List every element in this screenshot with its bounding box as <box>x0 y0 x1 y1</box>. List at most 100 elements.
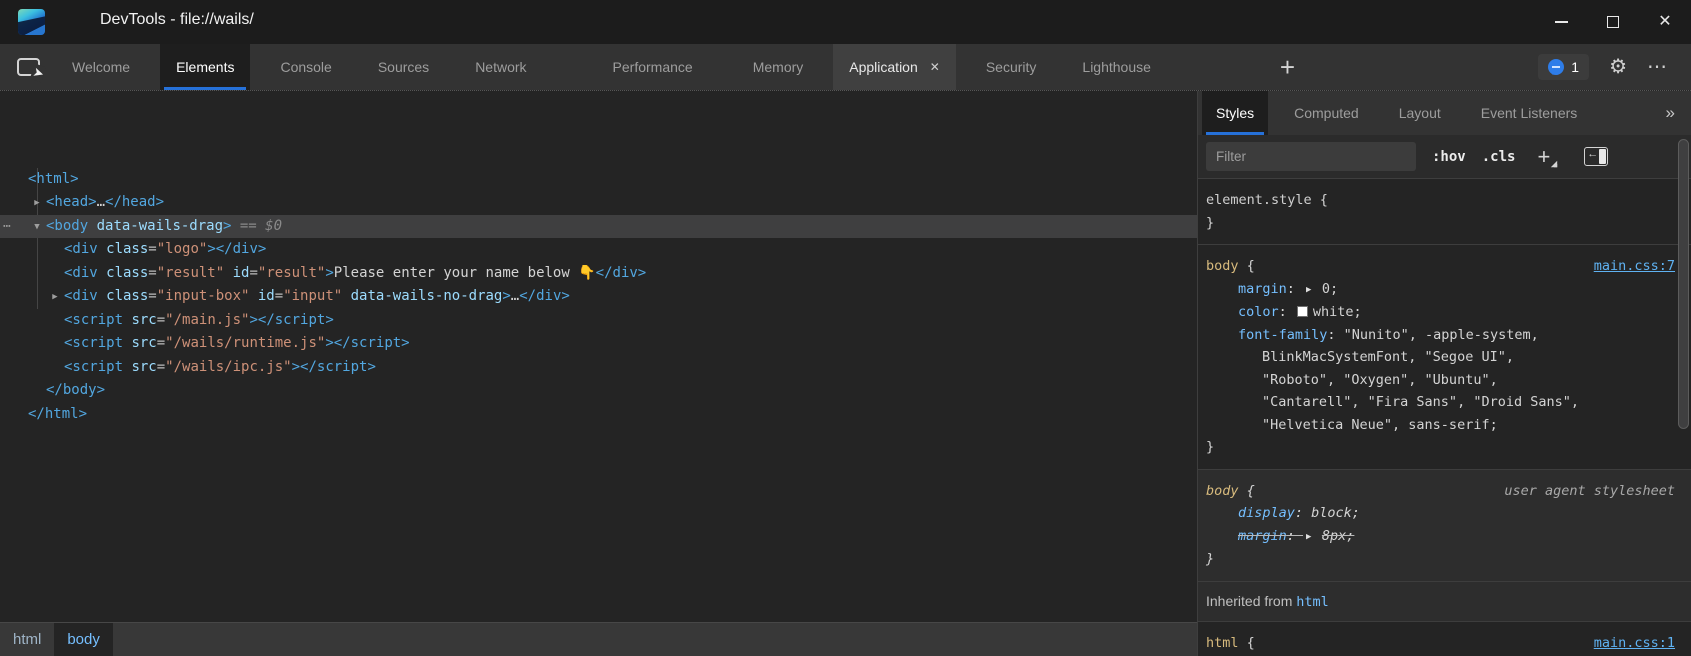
code-token-punct: = <box>148 265 156 281</box>
css-property-value[interactable]: block; <box>1311 505 1360 521</box>
maximize-button[interactable] <box>1587 0 1639 44</box>
code-token-emoji: 👇 <box>578 265 595 281</box>
tab-label: Network <box>475 59 526 75</box>
code-token-value: "logo" <box>157 241 208 257</box>
styles-scrollbar-thumb[interactable] <box>1678 139 1689 429</box>
code-token-tag: ></script> <box>325 335 409 351</box>
code-token-tag: <script <box>64 335 123 351</box>
tab-security[interactable]: Security <box>970 44 1053 90</box>
code-token-attr: data-wails-no-drag <box>342 288 502 304</box>
expand-arrow-icon[interactable]: ▶ <box>28 192 46 216</box>
css-property-value[interactable]: 0; <box>1322 281 1338 297</box>
inspect-element-button[interactable]: ➤ <box>0 44 56 90</box>
tab-network[interactable]: Network <box>459 44 542 90</box>
styles-filter-input[interactable] <box>1206 142 1416 171</box>
tab-label: Styles <box>1216 105 1254 121</box>
rule-selector[interactable]: body <box>1206 483 1239 499</box>
collapse-arrow-icon[interactable]: ▼ <box>28 216 46 240</box>
css-property-row[interactable]: font-family: "Nunito", -apple-system, <box>1206 324 1677 347</box>
rule-selector[interactable]: element.style <box>1206 192 1312 208</box>
tab-label: Elements <box>176 59 234 75</box>
css-property-value[interactable]: white; <box>1313 304 1362 320</box>
tab-styles[interactable]: Styles <box>1202 91 1268 135</box>
tab-event-listeners[interactable]: Event Listeners <box>1467 91 1592 135</box>
tree-row[interactable]: <div class="result" id="result">Please e… <box>0 262 1197 286</box>
css-property-row[interactable]: margin: ▶ 8px; <box>1206 525 1677 549</box>
breadcrumb-item-html[interactable]: html <box>0 623 54 656</box>
expand-shorthand-icon[interactable]: ▶ <box>1306 279 1317 302</box>
panel-tabs: Welcome Elements Console Sources Network Perf… <box>56 44 1167 90</box>
row-actions-icon[interactable]: ⋯ <box>3 215 12 239</box>
css-property-value[interactable]: "Nunito", -apple-system, <box>1344 327 1539 343</box>
tab-computed[interactable]: Computed <box>1280 91 1373 135</box>
tab-console[interactable]: Console <box>264 44 347 90</box>
tab-layout[interactable]: Layout <box>1385 91 1455 135</box>
tab-welcome[interactable]: Welcome <box>56 44 146 90</box>
code-token-meta: == <box>231 218 265 234</box>
rule-selector[interactable]: html <box>1206 635 1239 651</box>
tree-row[interactable]: </html> <box>0 403 1197 427</box>
stylesheet-link[interactable]: main.css:1 <box>1594 632 1675 655</box>
tab-performance[interactable]: Performance <box>597 44 709 90</box>
css-property-name[interactable]: color <box>1238 304 1279 320</box>
close-tab-icon[interactable]: ✕ <box>930 60 940 74</box>
tree-row[interactable]: <script src="/wails/ipc.js"></script> <box>0 356 1197 380</box>
code-token-punct: = <box>148 288 156 304</box>
tree-row[interactable]: </body> <box>0 379 1197 403</box>
expand-shorthand-icon[interactable]: ▶ <box>1306 526 1317 549</box>
tab-label: Console <box>280 59 331 75</box>
code-token-attr: class <box>98 265 149 281</box>
code-token-attr: src <box>123 359 157 375</box>
tree-row[interactable]: ▶<head>…</head> <box>0 191 1197 215</box>
tab-elements[interactable]: Elements <box>160 44 250 90</box>
css-property-row[interactable]: display: block; <box>1206 502 1677 525</box>
more-menu-icon[interactable]: ⋯ <box>1647 57 1669 77</box>
tree-row[interactable]: <script src="/main.js"></script> <box>0 309 1197 333</box>
new-style-rule-button[interactable]: + <box>1537 144 1558 170</box>
toggle-pseudo-state-button[interactable]: :hov <box>1432 149 1466 165</box>
active-tab-underline <box>164 87 246 90</box>
style-origin-label: user agent stylesheet <box>1504 480 1675 503</box>
breadcrumb-item-body[interactable]: body <box>54 623 113 656</box>
code-token-attr: id <box>224 265 249 281</box>
more-tools-button[interactable]: + <box>1272 52 1303 83</box>
inherited-target-link[interactable]: html <box>1296 594 1329 610</box>
toggle-sidebar-icon[interactable] <box>1584 147 1608 166</box>
css-property-name[interactable]: margin <box>1238 281 1287 297</box>
expand-arrow-icon[interactable]: ▶ <box>46 286 64 310</box>
code-token-tag: </html> <box>28 406 87 422</box>
styles-rules-list: element.style {}body {main.css:7margin: … <box>1198 179 1691 656</box>
issues-counter-button[interactable]: 1 <box>1538 54 1589 80</box>
css-value-wrap-line: "Roboto", "Oxygen", "Ubuntu", <box>1206 369 1677 392</box>
css-property-name[interactable]: display <box>1238 505 1295 521</box>
css-property-name[interactable]: font-family <box>1238 327 1327 343</box>
stylesheet-link[interactable]: main.css:7 <box>1594 255 1675 278</box>
tab-application[interactable]: Application ✕ <box>833 44 956 90</box>
css-property-row[interactable]: margin: ▶ 0; <box>1206 278 1677 302</box>
tree-row[interactable]: ⋯▼<body data-wails-drag> == $0 <box>0 215 1197 239</box>
overflow-chevron-icon[interactable]: » <box>1666 103 1691 123</box>
color-swatch[interactable] <box>1297 306 1308 317</box>
code-token-attr: class <box>98 288 149 304</box>
code-token-tag: <div <box>64 265 98 281</box>
minimize-button[interactable] <box>1535 0 1587 44</box>
tab-label: Application <box>849 59 918 75</box>
tree-row[interactable]: <html> <box>0 168 1197 192</box>
code-token-tag: ></div> <box>207 241 266 257</box>
css-property-row[interactable]: color: white; <box>1206 301 1677 324</box>
settings-gear-icon[interactable]: ⚙ <box>1609 57 1627 77</box>
inherited-from-label: Inherited from html <box>1198 582 1691 623</box>
tree-row[interactable]: <div class="logo"></div> <box>0 238 1197 262</box>
close-button[interactable]: ✕ <box>1639 0 1691 44</box>
css-property-name[interactable]: margin <box>1238 528 1287 544</box>
css-property-value[interactable]: 8px; <box>1322 528 1355 544</box>
tree-row[interactable]: ▶<div class="input-box" id="input" data-… <box>0 285 1197 309</box>
tab-memory[interactable]: Memory <box>737 44 820 90</box>
rule-selector[interactable]: body <box>1206 258 1239 274</box>
tab-lighthouse[interactable]: Lighthouse <box>1066 44 1167 90</box>
tab-sources[interactable]: Sources <box>362 44 445 90</box>
tree-row[interactable]: <script src="/wails/runtime.js"></script… <box>0 332 1197 356</box>
style-rule-html: html {main.css:1background-color: rgba(3… <box>1198 622 1691 656</box>
toggle-class-button[interactable]: .cls <box>1482 149 1516 165</box>
css-value-wrap-line: "Cantarell", "Fira Sans", "Droid Sans", <box>1206 391 1677 414</box>
